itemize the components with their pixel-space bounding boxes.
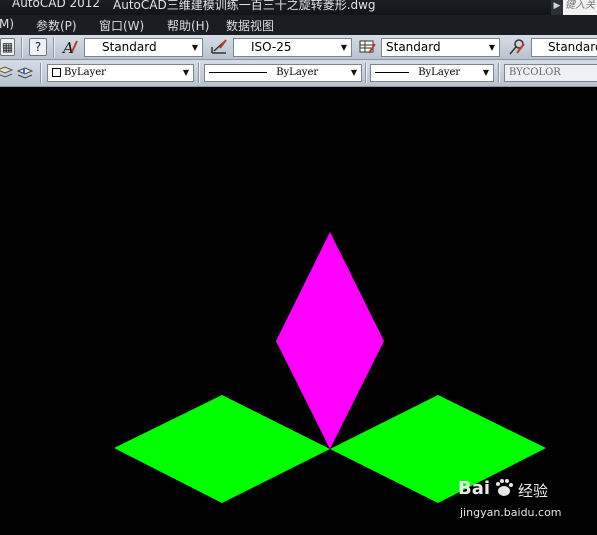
linetype-select[interactable]: ByLayer ▼ xyxy=(204,64,362,82)
watermark-brand: Bai xyxy=(458,478,491,499)
text-style-value: Standard xyxy=(102,40,157,54)
watermark-cn: 经验 xyxy=(518,482,549,500)
chevron-down-icon: ▼ xyxy=(340,43,348,52)
layer-previous-icon[interactable] xyxy=(0,64,14,82)
multileader-style-icon[interactable] xyxy=(508,38,526,56)
paw-icon xyxy=(496,479,513,496)
color-value: ByLayer xyxy=(64,67,106,78)
chevron-down-icon: ▼ xyxy=(191,43,199,52)
dimension-style-icon[interactable] xyxy=(210,38,228,56)
help-icon[interactable]: ? xyxy=(29,38,47,56)
magenta-rhombus[interactable] xyxy=(276,232,384,449)
lineweight-preview xyxy=(375,72,409,73)
lineweight-value: ByLayer xyxy=(418,67,461,78)
menu-item-data-view[interactable]: 数据视图 xyxy=(226,17,274,34)
search-expand-icon[interactable]: ▶ xyxy=(551,0,563,15)
text-style-select[interactable]: Standard ▼ xyxy=(84,38,203,57)
baidu-watermark: Bai 经验 jingyan.baidu.com xyxy=(458,478,568,530)
menu-item-window[interactable]: 窗口(W) xyxy=(99,17,144,34)
toolbar-separator xyxy=(498,63,500,83)
title-bar: AutoCAD 2012 AutoCAD三维建模训练一百三十之旋转菱形.dwg … xyxy=(0,0,597,15)
watermark-url: jingyan.baidu.com xyxy=(460,506,562,519)
drawing-canvas[interactable]: Bai 经验 jingyan.baidu.com xyxy=(0,87,597,535)
layer-properties-icon[interactable] xyxy=(16,64,34,82)
drawing-svg xyxy=(114,232,546,503)
text-style-icon[interactable]: A xyxy=(61,38,79,56)
table-style-value: Standard xyxy=(386,40,441,54)
linetype-preview xyxy=(209,72,267,73)
menu-bar: M) 参数(P) 窗口(W) 帮助(H) 数据视图 xyxy=(0,15,597,35)
styles-toolbar: ▦ ? A Standard ▼ ISO-25 ▼ Standard ▼ Sta… xyxy=(0,35,597,60)
multileader-style-value: Standard xyxy=(548,40,597,54)
color-select[interactable]: ByLayer ▼ xyxy=(47,64,194,82)
svg-text:A: A xyxy=(61,39,74,56)
plot-style-select[interactable]: BYCOLOR xyxy=(504,64,597,82)
chevron-down-icon: ▼ xyxy=(488,43,496,52)
lineweight-select[interactable]: ByLayer ▼ xyxy=(370,64,494,82)
search-input[interactable]: 键入关 xyxy=(563,0,597,15)
app-title: AutoCAD 2012 xyxy=(12,0,101,10)
plot-style-value: BYCOLOR xyxy=(509,67,561,78)
chevron-down-icon: ▼ xyxy=(350,68,358,77)
chevron-down-icon: ▼ xyxy=(482,68,490,77)
multileader-style-select[interactable]: Standard xyxy=(531,38,597,57)
dimension-style-value: ISO-25 xyxy=(251,40,292,54)
linetype-value: ByLayer xyxy=(276,67,319,78)
document-title: AutoCAD三维建模训练一百三十之旋转菱形.dwg xyxy=(113,0,376,12)
menu-item-parametric[interactable]: 参数(P) xyxy=(36,17,77,34)
menu-item-modify[interactable]: M) xyxy=(0,17,14,31)
toolbar-separator xyxy=(21,37,23,57)
toolbar-separator xyxy=(198,63,200,83)
table-style-select[interactable]: Standard ▼ xyxy=(381,38,500,57)
menu-item-help[interactable]: 帮助(H) xyxy=(167,17,209,34)
dimension-style-select[interactable]: ISO-25 ▼ xyxy=(233,38,352,57)
calculator-icon[interactable]: ▦ xyxy=(0,38,15,56)
color-swatch xyxy=(52,68,61,77)
chevron-down-icon: ▼ xyxy=(182,68,190,77)
left-green-rhombus[interactable] xyxy=(114,395,330,503)
properties-toolbar: ByLayer ▼ ByLayer ▼ ByLayer ▼ BYCOLOR xyxy=(0,60,597,87)
toolbar-separator xyxy=(40,63,42,83)
toolbar-separator xyxy=(53,37,55,57)
toolbar-separator xyxy=(365,63,367,83)
table-style-icon[interactable] xyxy=(358,38,376,56)
